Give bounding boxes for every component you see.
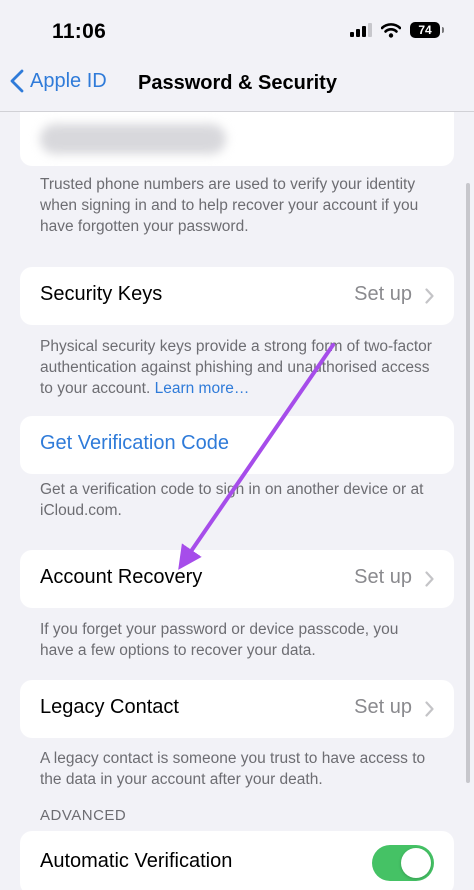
cellular-signal-icon <box>350 23 372 37</box>
automatic-verification-row: Automatic Verification <box>20 831 454 890</box>
security-keys-value: Set up <box>354 283 412 305</box>
verification-footnote: Get a verification code to sign in on an… <box>40 481 424 519</box>
battery-icon: 74 <box>410 22 444 38</box>
account-recovery-value: Set up <box>354 566 412 588</box>
scrollbar[interactable] <box>466 183 470 783</box>
automatic-verification-toggle[interactable] <box>372 845 434 881</box>
security-keys-row[interactable]: Security Keys Set up <box>20 267 454 325</box>
blurred-phone-number <box>40 124 226 154</box>
status-time: 11:06 <box>52 20 107 43</box>
security-keys-footnote: Physical security keys provide a strong … <box>40 336 435 399</box>
navigation-bar: Apple ID Password & Security <box>0 56 474 112</box>
legacy-contact-footnote: A legacy contact is someone you trust to… <box>40 750 426 788</box>
status-icons: 74 <box>350 22 444 38</box>
advanced-section-header: ADVANCED <box>40 807 127 824</box>
trusted-phone-number-row[interactable] <box>20 112 454 166</box>
chevron-right-icon <box>425 288 434 304</box>
chevron-right-icon <box>425 571 434 587</box>
legacy-contact-row[interactable]: Legacy Contact Set up <box>20 680 454 738</box>
back-button-label: Apple ID <box>30 69 107 92</box>
wifi-icon <box>381 22 401 38</box>
status-bar: 11:06 74 <box>0 0 474 56</box>
legacy-contact-value: Set up <box>354 696 412 718</box>
get-verification-code-row[interactable]: Get Verification Code <box>20 416 454 474</box>
settings-list: Trusted phone numbers are used to verify… <box>0 112 474 890</box>
chevron-left-icon <box>10 69 24 93</box>
automatic-verification-label: Automatic Verification <box>40 850 233 872</box>
chevron-right-icon <box>425 701 434 717</box>
account-recovery-footnote: If you forget your password or device pa… <box>40 621 399 659</box>
trusted-numbers-footnote: Trusted phone numbers are used to verify… <box>40 176 419 235</box>
account-recovery-label: Account Recovery <box>40 566 203 588</box>
back-button[interactable]: Apple ID <box>10 69 107 93</box>
page-title: Password & Security <box>138 72 337 94</box>
get-verification-code-label: Get Verification Code <box>40 432 229 454</box>
toggle-knob <box>401 848 431 878</box>
legacy-contact-label: Legacy Contact <box>40 696 179 718</box>
security-keys-label: Security Keys <box>40 283 163 305</box>
learn-more-link[interactable]: Learn more… <box>155 380 250 397</box>
account-recovery-row[interactable]: Account Recovery Set up <box>20 550 454 608</box>
